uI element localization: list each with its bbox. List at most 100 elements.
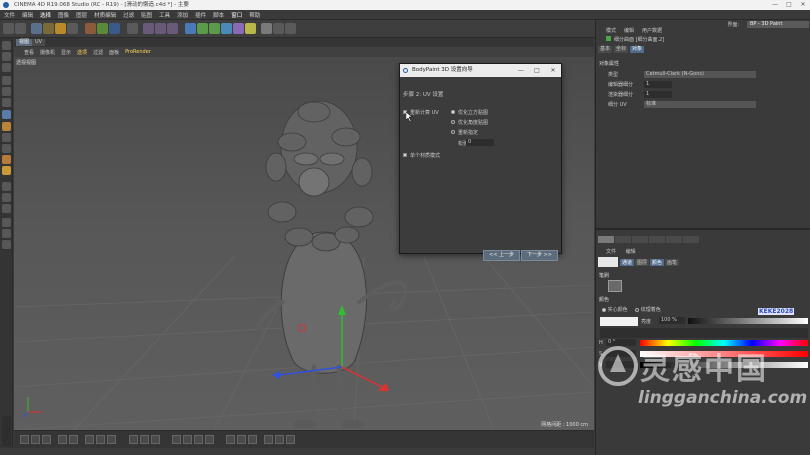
nurbs-icon[interactable] xyxy=(209,23,220,34)
text-tool-icon[interactable] xyxy=(2,229,11,238)
y-axis-icon[interactable] xyxy=(97,23,108,34)
brush-tool-icon[interactable] xyxy=(2,110,11,119)
solid-color-radio[interactable] xyxy=(602,308,606,312)
dialog-maximize-button[interactable]: □ xyxy=(529,64,545,77)
texture-color-radio[interactable] xyxy=(635,308,640,312)
edges-mode-icon[interactable] xyxy=(2,87,11,96)
bp-tab-materials[interactable] xyxy=(632,236,648,243)
brush-preset-swatch[interactable] xyxy=(608,280,622,292)
light-icon[interactable] xyxy=(245,23,256,34)
menu-script[interactable]: 脚本 xyxy=(213,11,224,19)
subdiv-uv-dropdown[interactable]: 标准 xyxy=(644,101,756,108)
vp-menu-camera[interactable]: 摄像机 xyxy=(40,49,55,56)
attr-menu-edit[interactable]: 编辑 xyxy=(624,27,634,34)
close-button[interactable]: ✕ xyxy=(796,0,810,10)
projection-icon[interactable] xyxy=(285,23,296,34)
editor-subdiv-input[interactable]: 1 xyxy=(644,81,672,88)
clone-tool-icon[interactable] xyxy=(2,144,11,153)
dodge-tool-icon[interactable] xyxy=(2,166,11,175)
uv-mode-icon[interactable] xyxy=(140,435,149,444)
mode-channel-button[interactable]: 通道 xyxy=(620,259,635,266)
undo-icon[interactable] xyxy=(3,23,14,34)
texture-view-icon[interactable] xyxy=(286,435,295,444)
workplane-icon[interactable] xyxy=(2,63,11,72)
relax-input[interactable]: 0 xyxy=(466,139,494,146)
vp-menu-panel[interactable]: 面板 xyxy=(109,49,119,56)
dialog-close-button[interactable]: ✕ xyxy=(545,64,561,77)
deformer-icon[interactable] xyxy=(221,23,232,34)
line-tool-icon[interactable] xyxy=(2,240,11,249)
menu-add[interactable]: 添加 xyxy=(177,11,188,19)
back-button[interactable]: << 上一步 xyxy=(483,250,520,261)
polygons-mode-icon[interactable] xyxy=(2,98,11,107)
projection-mode-icon[interactable] xyxy=(69,435,78,444)
uv-mode-icon[interactable] xyxy=(129,435,138,444)
paint-channel-icon[interactable] xyxy=(31,435,40,444)
menu-texture[interactable]: 贴图 xyxy=(141,11,152,19)
brightness-input[interactable]: 100 % xyxy=(659,317,685,324)
brush-preset-icon[interactable] xyxy=(248,435,257,444)
select-tool-icon[interactable] xyxy=(67,23,78,34)
transform-tool-icon[interactable] xyxy=(2,218,11,227)
tab-coord[interactable]: 坐标 xyxy=(614,46,629,53)
color-swatch-preview[interactable] xyxy=(598,257,618,267)
selection-rect-icon[interactable] xyxy=(2,182,11,191)
3d-character-model[interactable] xyxy=(256,100,408,428)
bp-menu-file[interactable]: 文件 xyxy=(606,249,616,255)
dialog-minimize-button[interactable]: — xyxy=(513,64,529,77)
current-color-swatch[interactable] xyxy=(600,317,638,326)
menu-plugins[interactable]: 插件 xyxy=(195,11,206,19)
scene-icon[interactable] xyxy=(233,23,244,34)
layer-icon[interactable] xyxy=(172,435,181,444)
points-mode-icon[interactable] xyxy=(2,76,11,85)
selection-lasso-icon[interactable] xyxy=(2,193,11,202)
tab-object[interactable]: 对象 xyxy=(630,46,645,53)
menu-edit[interactable]: 编辑 xyxy=(22,11,33,19)
tab-basic[interactable]: 基本 xyxy=(598,46,613,53)
mirror-icon[interactable] xyxy=(96,435,105,444)
mode-brush-button[interactable]: 画笔 xyxy=(665,259,680,266)
menu-filter[interactable]: 过滤 xyxy=(123,11,134,19)
vp-menu-view[interactable]: 查看 xyxy=(24,49,34,56)
move-tool-icon[interactable] xyxy=(31,23,42,34)
tab-uv[interactable]: UV xyxy=(32,39,46,46)
magic-wand-icon[interactable] xyxy=(2,204,11,213)
cube-icon[interactable] xyxy=(185,23,196,34)
brightness-slider[interactable] xyxy=(688,318,808,324)
menu-window[interactable]: 窗口 xyxy=(231,11,242,19)
bp-tab-attributes[interactable] xyxy=(683,236,699,243)
menu-file[interactable]: 文件 xyxy=(4,11,15,19)
vp-menu-display[interactable]: 显示 xyxy=(61,49,71,56)
brush-preset-icon[interactable] xyxy=(237,435,246,444)
model-mode-icon[interactable] xyxy=(2,41,11,50)
cubic-optimized-radio[interactable] xyxy=(451,110,455,114)
texture-view-icon[interactable] xyxy=(264,435,273,444)
paint-channel-icon[interactable] xyxy=(42,435,51,444)
rotate-tool-icon[interactable] xyxy=(55,23,66,34)
smudge-tool-icon[interactable] xyxy=(2,155,11,164)
type-dropdown[interactable]: Catmull-Clark (N-Gons) xyxy=(644,71,756,78)
fill-tool-icon[interactable] xyxy=(2,122,11,131)
maximize-button[interactable]: □ xyxy=(782,0,796,10)
spline-icon[interactable] xyxy=(197,23,208,34)
texture-view-icon[interactable] xyxy=(275,435,284,444)
texture-mode-icon[interactable] xyxy=(2,52,11,61)
menu-tools[interactable]: 工具 xyxy=(159,11,170,19)
menu-layer[interactable]: 图层 xyxy=(76,11,87,19)
single-material-checkbox[interactable] xyxy=(403,153,407,157)
render-settings-icon[interactable] xyxy=(167,23,178,34)
angle-optimized-radio[interactable] xyxy=(451,120,455,124)
bp-menu-edit[interactable]: 编辑 xyxy=(626,249,636,255)
mirror-icon[interactable] xyxy=(107,435,116,444)
bp-tab-brush[interactable] xyxy=(666,236,682,243)
next-button[interactable]: 下一步 >> xyxy=(521,250,558,261)
brush-preset-icon[interactable] xyxy=(226,435,235,444)
paint-setup-icon[interactable] xyxy=(261,23,272,34)
mode-color-button[interactable]: 颜色 xyxy=(650,259,665,266)
bp-tab-color[interactable] xyxy=(598,236,614,243)
mode-layer-button[interactable]: 图层 xyxy=(635,259,650,266)
z-axis-icon[interactable] xyxy=(109,23,120,34)
vp-menu-filter[interactable]: 过滤 xyxy=(93,49,103,56)
render-picture-icon[interactable] xyxy=(155,23,166,34)
layer-icon[interactable] xyxy=(205,435,214,444)
